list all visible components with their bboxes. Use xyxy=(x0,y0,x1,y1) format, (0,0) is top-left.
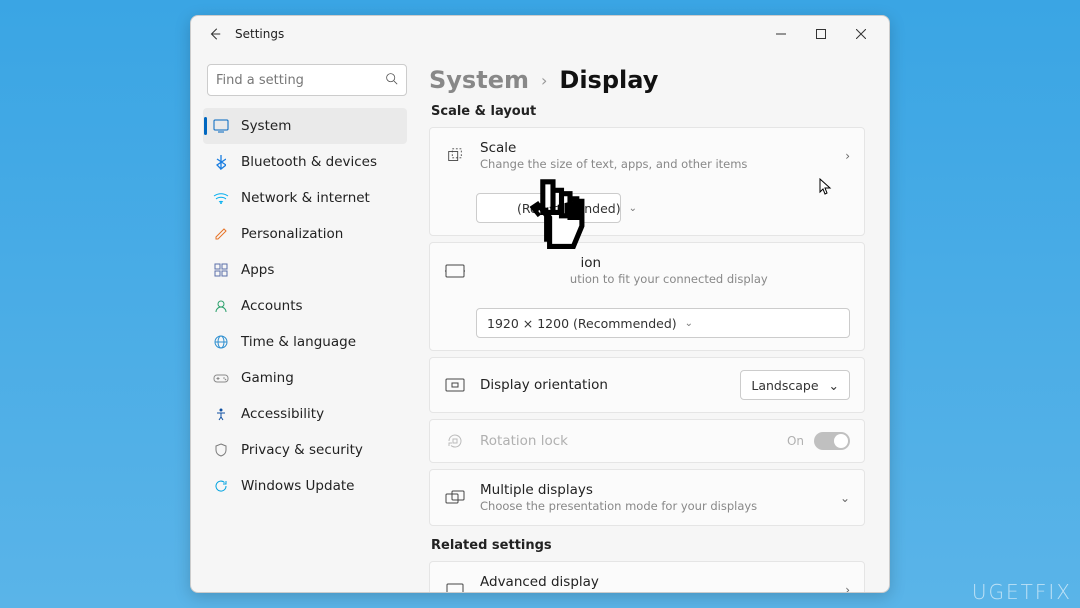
sidebar-item-label: System xyxy=(241,118,291,134)
multiple-displays-card[interactable]: Multiple displays Choose the presentatio… xyxy=(429,469,865,526)
apps-icon xyxy=(213,262,229,278)
sidebar-item-accounts[interactable]: Accounts xyxy=(203,288,407,324)
sidebar-item-label: Apps xyxy=(241,262,274,278)
chevron-right-icon: › xyxy=(845,149,850,163)
scale-sub: Change the size of text, apps, and other… xyxy=(480,157,831,171)
chevron-right-icon: › xyxy=(845,583,850,593)
orientation-title: Display orientation xyxy=(480,377,726,393)
sidebar-item-label: Personalization xyxy=(241,226,343,242)
chevron-down-icon: ⌄ xyxy=(840,491,850,505)
sidebar-item-personalization[interactable]: Personalization xyxy=(203,216,407,252)
resolution-dropdown[interactable]: 1920 × 1200 (Recommended) ⌄ xyxy=(476,308,850,338)
sidebar-item-label: Network & internet xyxy=(241,190,370,206)
maximize-button[interactable] xyxy=(801,16,841,52)
close-icon xyxy=(856,29,866,39)
sidebar-item-apps[interactable]: Apps xyxy=(203,252,407,288)
gaming-icon xyxy=(213,370,229,386)
main-panel: System › Display Scale & layout Scale Ch… xyxy=(419,52,889,592)
minimize-icon xyxy=(776,29,786,39)
sidebar-item-label: Windows Update xyxy=(241,478,354,494)
multiple-sub: Choose the presentation mode for your di… xyxy=(480,499,826,513)
multiple-displays-icon xyxy=(444,490,466,506)
search-icon xyxy=(385,72,398,89)
settings-window: Settings Find a setting System Bluetooth … xyxy=(190,15,890,593)
sidebar-item-bluetooth-devices[interactable]: Bluetooth & devices xyxy=(203,144,407,180)
sidebar-item-label: Accessibility xyxy=(241,406,324,422)
back-arrow-icon xyxy=(208,27,222,41)
orientation-dropdown[interactable]: Landscape ⌄ xyxy=(740,370,850,400)
orientation-value: Landscape xyxy=(751,378,818,393)
globe-icon xyxy=(213,334,229,350)
sidebar-item-network-internet[interactable]: Network & internet xyxy=(203,180,407,216)
watermark: UGETFIX xyxy=(972,580,1072,604)
section-heading-scale: Scale & layout xyxy=(431,104,865,119)
scale-dropdown[interactable]: (Recommended) ⌄ xyxy=(476,193,621,223)
breadcrumb-parent[interactable]: System xyxy=(429,66,529,94)
advanced-display-card[interactable]: Advanced display Display information, re… xyxy=(429,561,865,592)
resolution-sub: Adjust the resolution to fit your connec… xyxy=(480,272,850,286)
account-icon xyxy=(213,298,229,314)
chevron-right-icon: › xyxy=(541,71,547,90)
chevron-down-icon: ⌄ xyxy=(629,203,637,214)
sidebar: Find a setting System Bluetooth & devices… xyxy=(191,52,419,592)
orientation-card[interactable]: Display orientation Landscape ⌄ xyxy=(429,357,865,413)
search-placeholder: Find a setting xyxy=(216,73,304,88)
resolution-title: Display resolution xyxy=(480,255,850,271)
rotation-title: Rotation lock xyxy=(480,433,773,449)
update-icon xyxy=(213,478,229,494)
search-input[interactable]: Find a setting xyxy=(207,64,407,96)
advanced-title: Advanced display xyxy=(480,574,831,590)
resolution-value: 1920 × 1200 (Recommended) xyxy=(487,316,677,331)
scale-title: Scale xyxy=(480,140,831,156)
chevron-down-icon: ⌄ xyxy=(685,318,693,329)
shield-icon xyxy=(213,442,229,458)
sidebar-item-gaming[interactable]: Gaming xyxy=(203,360,407,396)
accessibility-icon xyxy=(213,406,229,422)
section-heading-related: Related settings xyxy=(431,538,865,553)
maximize-icon xyxy=(816,29,826,39)
close-button[interactable] xyxy=(841,16,881,52)
advanced-sub: Display information, refresh rate xyxy=(480,591,831,592)
rotation-state: On xyxy=(787,434,804,448)
scale-card[interactable]: Scale Change the size of text, apps, and… xyxy=(429,127,865,236)
system-icon xyxy=(213,118,229,134)
sidebar-item-label: Gaming xyxy=(241,370,294,386)
scale-icon xyxy=(444,147,466,165)
sidebar-item-system[interactable]: System xyxy=(203,108,407,144)
titlebar: Settings xyxy=(191,16,889,52)
brush-icon xyxy=(213,226,229,242)
page-title: Display xyxy=(559,66,658,94)
rotation-lock-icon xyxy=(444,432,466,450)
sidebar-item-time-language[interactable]: Time & language xyxy=(203,324,407,360)
orientation-icon xyxy=(444,378,466,392)
sidebar-item-label: Bluetooth & devices xyxy=(241,154,377,170)
window-title: Settings xyxy=(235,27,284,41)
resolution-icon xyxy=(444,263,466,279)
monitor-icon xyxy=(444,582,466,593)
bluetooth-icon xyxy=(213,154,229,170)
sidebar-item-windows-update[interactable]: Windows Update xyxy=(203,468,407,504)
scale-value: (Recommended) xyxy=(517,201,621,216)
sidebar-item-privacy-security[interactable]: Privacy & security xyxy=(203,432,407,468)
sidebar-item-label: Privacy & security xyxy=(241,442,363,458)
back-button[interactable] xyxy=(199,27,231,41)
breadcrumb: System › Display xyxy=(429,66,865,94)
sidebar-item-accessibility[interactable]: Accessibility xyxy=(203,396,407,432)
rotation-toggle xyxy=(814,432,850,450)
sidebar-item-label: Accounts xyxy=(241,298,303,314)
sidebar-item-label: Time & language xyxy=(241,334,356,350)
rotation-lock-card: Rotation lock On xyxy=(429,419,865,463)
multiple-title: Multiple displays xyxy=(480,482,826,498)
minimize-button[interactable] xyxy=(761,16,801,52)
chevron-down-icon: ⌄ xyxy=(829,378,839,393)
resolution-card[interactable]: Display resolution Adjust the resolution… xyxy=(429,242,865,351)
wifi-icon xyxy=(213,190,229,206)
